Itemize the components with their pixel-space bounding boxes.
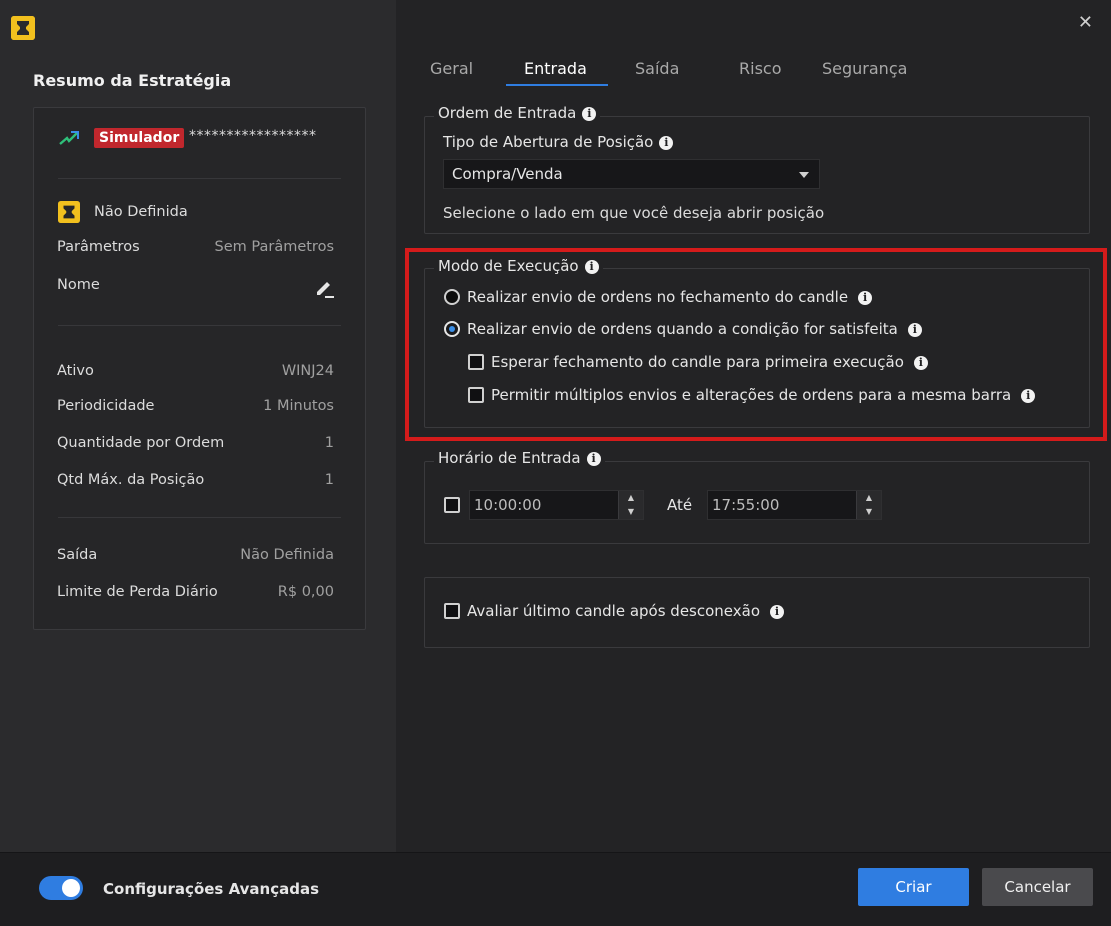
tipo-abertura-label: Tipo de Abertura de Posição i <box>443 133 674 151</box>
simulator-badge: Simulador <box>94 128 185 148</box>
edit-pencil-icon[interactable] <box>313 277 335 303</box>
chevron-up-icon[interactable]: ▲ <box>619 491 643 505</box>
periodicidade-label: Periodicidade <box>57 398 155 414</box>
info-icon[interactable]: i <box>582 106 597 121</box>
checkbox-avaliar-candle[interactable] <box>444 603 460 619</box>
parametros-label: Parâmetros <box>57 239 140 255</box>
summary-panel: Resumo da Estratégia Simulador *********… <box>0 0 396 852</box>
checkbox-horario[interactable] <box>444 497 460 513</box>
nome-label: Nome <box>57 277 100 293</box>
tab-seguranca[interactable]: Segurança <box>822 59 907 78</box>
avaliar-text: Avaliar último candle após desconexão <box>467 602 761 620</box>
saida-label: Saída <box>57 547 98 563</box>
qtd-max-value: 1 <box>324 472 334 488</box>
active-tab-indicator <box>506 84 608 86</box>
avaliar-label: Avaliar último candle após desconexão i <box>467 602 785 620</box>
ativo-value: WINJ24 <box>281 363 334 379</box>
horario-entrada-legend: Horário de Entrada i <box>434 449 605 467</box>
tab-geral[interactable]: Geral <box>430 59 473 78</box>
advanced-settings-label: Configurações Avançadas <box>103 880 320 898</box>
divider <box>58 178 341 179</box>
horario-start-value: 10:00:00 <box>474 496 542 514</box>
ate-label: Até <box>667 496 693 514</box>
create-button[interactable]: Criar <box>858 868 969 906</box>
highlight-box <box>405 248 1107 441</box>
tipo-abertura-select[interactable]: Compra/Venda <box>443 159 820 189</box>
tipo-abertura-value: Compra/Venda <box>452 165 563 183</box>
horario-end-value: 17:55:00 <box>712 496 780 514</box>
qtd-ordem-label: Quantidade por Ordem <box>57 435 225 451</box>
info-icon[interactable]: i <box>659 135 674 150</box>
close-icon[interactable]: ✕ <box>1078 12 1093 33</box>
tab-entrada[interactable]: Entrada <box>524 59 587 78</box>
horario-start-input[interactable]: 10:00:00 ▲ ▼ <box>469 490 644 520</box>
chevron-down-icon <box>799 172 809 178</box>
limite-value: R$ 0,00 <box>277 584 334 600</box>
strategy-name: Não Definida <box>94 204 188 220</box>
lightning-icon <box>58 130 80 154</box>
chevron-down-icon[interactable]: ▼ <box>857 505 881 519</box>
horario-entrada-title: Horário de Entrada <box>438 449 581 467</box>
ordem-entrada-legend: Ordem de Entrada i <box>434 104 601 122</box>
parametros-value: Sem Parâmetros <box>214 239 334 255</box>
divider <box>58 325 341 326</box>
tab-saida[interactable]: Saída <box>635 59 679 78</box>
info-icon[interactable]: i <box>770 604 785 619</box>
summary-card: Simulador ***************** Não Definida… <box>33 107 366 630</box>
app-logo <box>11 16 35 40</box>
divider <box>58 517 341 518</box>
stepper-buttons[interactable]: ▲ ▼ <box>618 491 643 519</box>
summary-title: Resumo da Estratégia <box>33 71 232 90</box>
tipo-abertura-text: Tipo de Abertura de Posição <box>443 133 654 151</box>
qtd-max-label: Qtd Máx. da Posição <box>57 472 205 488</box>
chevron-down-icon[interactable]: ▼ <box>619 505 643 519</box>
qtd-ordem-value: 1 <box>324 435 334 451</box>
tab-risco[interactable]: Risco <box>739 59 781 78</box>
horario-end-input[interactable]: 17:55:00 ▲ ▼ <box>707 490 882 520</box>
chevron-up-icon[interactable]: ▲ <box>857 491 881 505</box>
info-icon[interactable]: i <box>586 451 601 466</box>
account-masked: ***************** <box>189 128 317 144</box>
stepper-buttons[interactable]: ▲ ▼ <box>856 491 881 519</box>
strategy-logo-icon <box>58 201 80 223</box>
tipo-abertura-hint: Selecione o lado em que você deseja abri… <box>443 204 825 222</box>
ativo-label: Ativo <box>57 363 94 379</box>
limite-label: Limite de Perda Diário <box>57 584 218 600</box>
periodicidade-value: 1 Minutos <box>263 398 334 414</box>
cancel-button[interactable]: Cancelar <box>982 868 1093 906</box>
saida-value: Não Definida <box>240 547 334 563</box>
advanced-settings-toggle[interactable] <box>39 876 83 900</box>
ordem-entrada-title: Ordem de Entrada <box>438 104 577 122</box>
